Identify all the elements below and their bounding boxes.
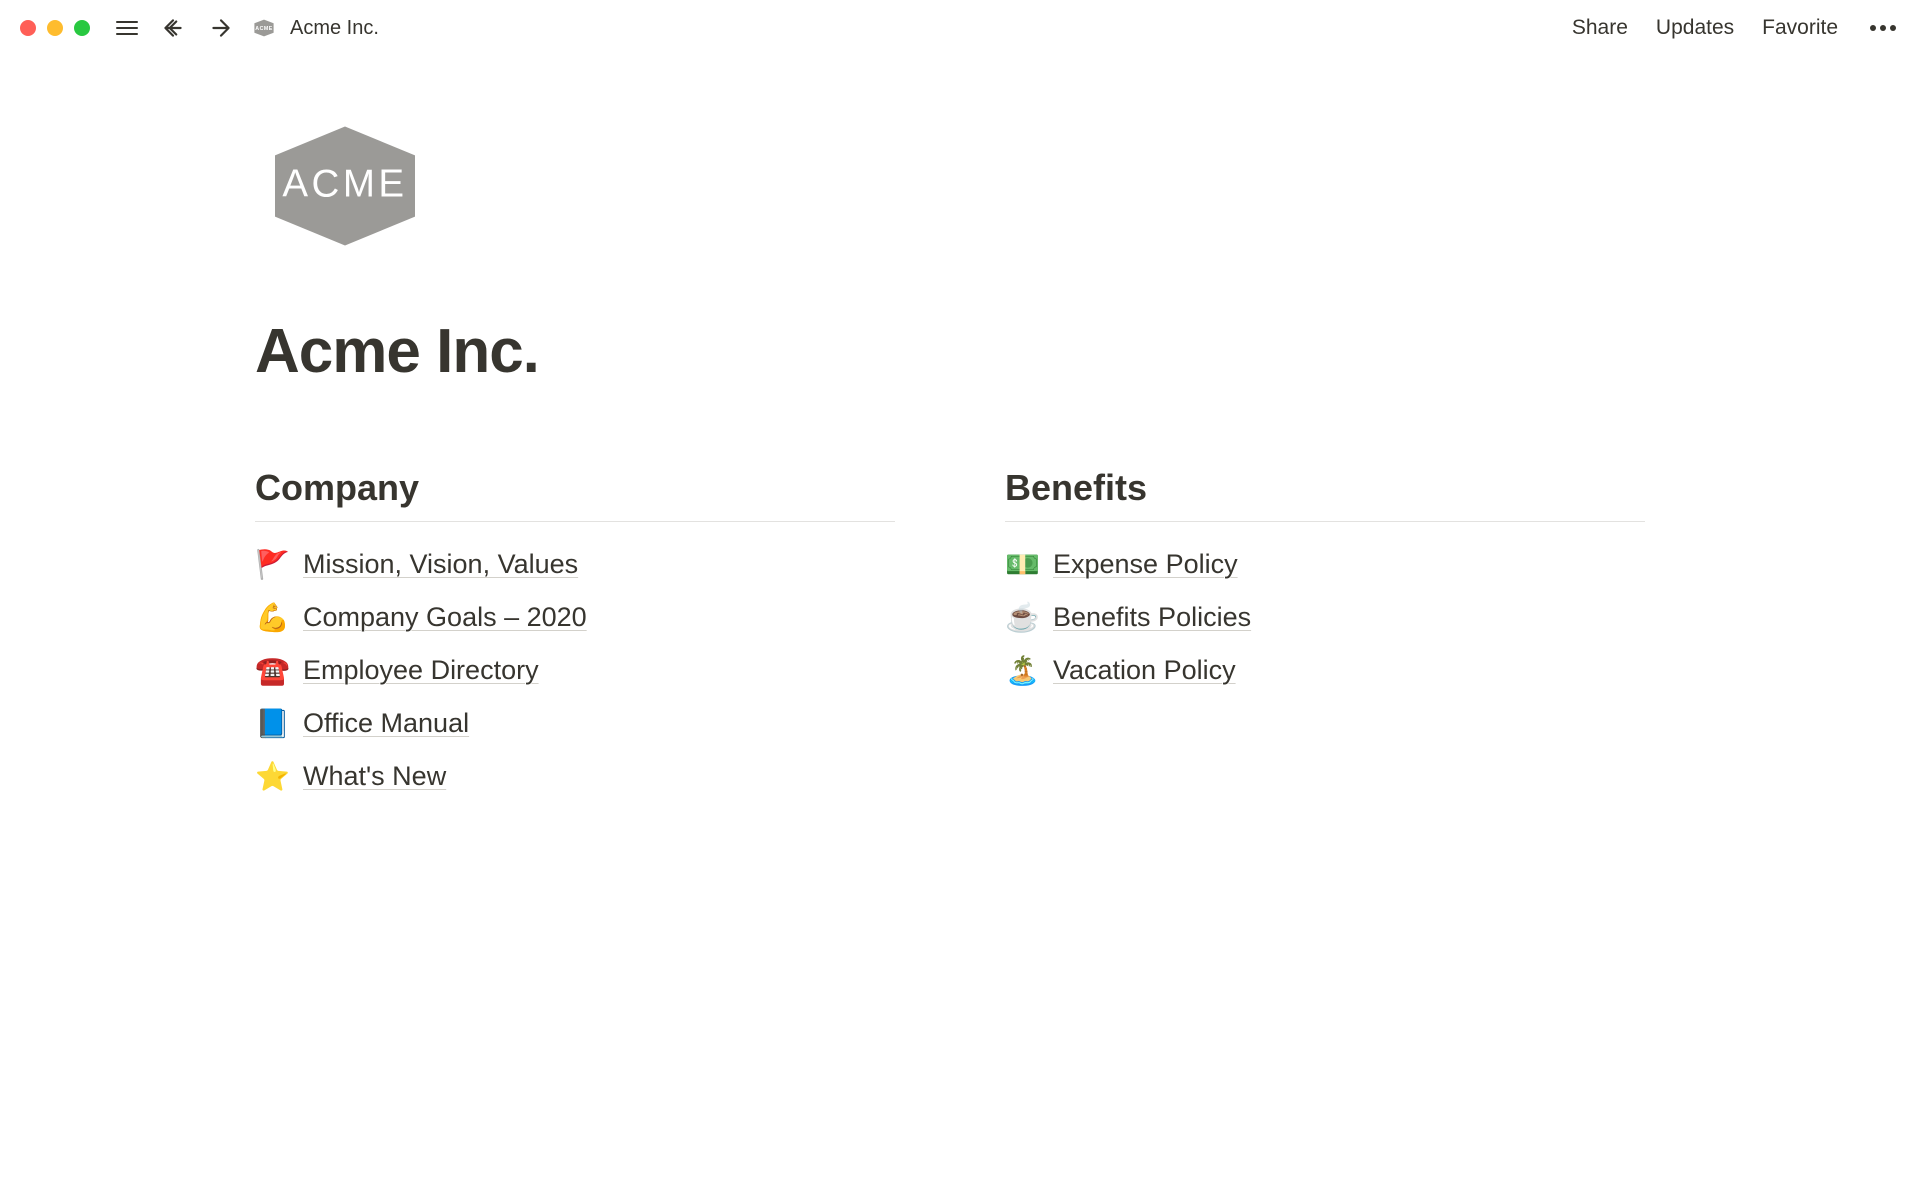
more-options-icon[interactable]: [1866, 21, 1900, 35]
benefits-heading[interactable]: Benefits: [1005, 467, 1645, 522]
link-benefits-policies[interactable]: ☕ Benefits Policies: [1005, 601, 1645, 634]
close-window-button[interactable]: [20, 20, 36, 36]
content-columns: Company 🚩 Mission, Vision, Values 💪 Comp…: [255, 467, 1700, 793]
link-text: Employee Directory: [303, 655, 539, 686]
share-button[interactable]: Share: [1572, 16, 1628, 40]
sidebar-toggle-icon[interactable]: [112, 17, 142, 39]
link-office-manual[interactable]: 📘 Office Manual: [255, 707, 895, 740]
flag-icon: 🚩: [255, 548, 287, 581]
minimize-window-button[interactable]: [47, 20, 63, 36]
island-icon: 🏝️: [1005, 654, 1037, 687]
link-mission-vision-values[interactable]: 🚩 Mission, Vision, Values: [255, 548, 895, 581]
link-whats-new[interactable]: ⭐ What's New: [255, 760, 895, 793]
page-title[interactable]: Acme Inc.: [255, 316, 1700, 387]
benefits-links: 💵 Expense Policy ☕ Benefits Policies 🏝️ …: [1005, 548, 1645, 687]
link-text: What's New: [303, 761, 446, 792]
phone-icon: ☎️: [255, 654, 287, 687]
link-text: Vacation Policy: [1053, 655, 1236, 686]
benefits-column: Benefits 💵 Expense Policy ☕ Benefits Pol…: [1005, 467, 1645, 793]
link-vacation-policy[interactable]: 🏝️ Vacation Policy: [1005, 654, 1645, 687]
company-links: 🚩 Mission, Vision, Values 💪 Company Goal…: [255, 548, 895, 793]
updates-button[interactable]: Updates: [1656, 16, 1734, 40]
topbar: ACME Acme Inc. Share Updates Favorite: [0, 0, 1920, 56]
link-company-goals[interactable]: 💪 Company Goals – 2020: [255, 601, 895, 634]
page-content: ACME Acme Inc. Company 🚩 Mission, Vision…: [0, 56, 1700, 793]
back-arrow-icon[interactable]: [156, 11, 190, 45]
maximize-window-button[interactable]: [74, 20, 90, 36]
link-text: Expense Policy: [1053, 549, 1238, 580]
favorite-button[interactable]: Favorite: [1762, 16, 1838, 40]
company-heading[interactable]: Company: [255, 467, 895, 522]
star-icon: ⭐: [255, 760, 287, 793]
breadcrumb-title[interactable]: Acme Inc.: [290, 17, 379, 40]
link-employee-directory[interactable]: ☎️ Employee Directory: [255, 654, 895, 687]
link-text: Office Manual: [303, 708, 469, 739]
page-icon[interactable]: ACME: [255, 116, 435, 256]
coffee-icon: ☕: [1005, 601, 1037, 634]
link-text: Benefits Policies: [1053, 602, 1251, 633]
book-icon: 📘: [255, 707, 287, 740]
svg-text:ACME: ACME: [282, 163, 407, 206]
money-icon: 💵: [1005, 548, 1037, 581]
topbar-left: ACME Acme Inc.: [20, 11, 379, 45]
window-controls: [20, 20, 90, 36]
link-text: Company Goals – 2020: [303, 602, 587, 633]
company-column: Company 🚩 Mission, Vision, Values 💪 Comp…: [255, 467, 895, 793]
topbar-right: Share Updates Favorite: [1572, 16, 1900, 40]
forward-arrow-icon[interactable]: [204, 11, 238, 45]
flex-icon: 💪: [255, 601, 287, 634]
svg-text:ACME: ACME: [255, 26, 272, 32]
breadcrumb-page-icon[interactable]: ACME: [252, 16, 276, 40]
link-expense-policy[interactable]: 💵 Expense Policy: [1005, 548, 1645, 581]
link-text: Mission, Vision, Values: [303, 549, 578, 580]
